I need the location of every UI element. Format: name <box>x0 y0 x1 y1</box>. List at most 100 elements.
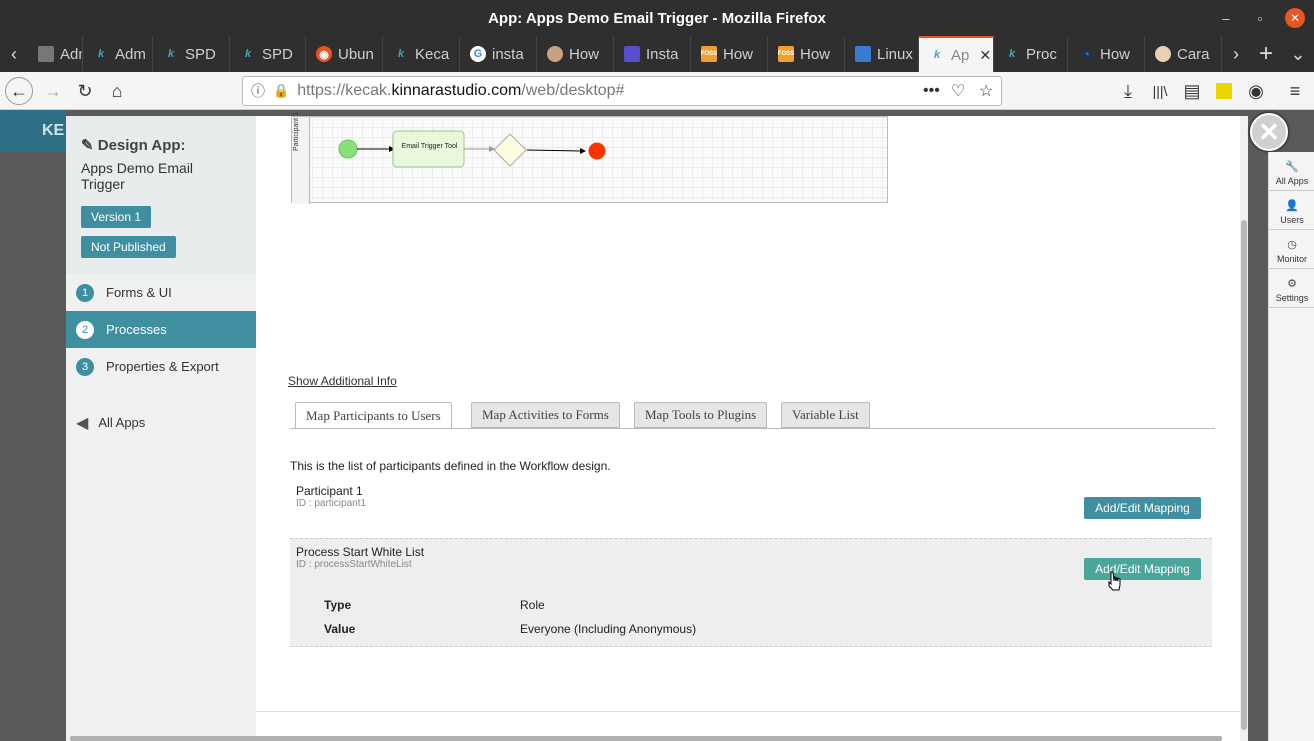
horizontal-scrollbar[interactable] <box>70 736 1222 741</box>
step-processes[interactable]: 2 Processes <box>66 311 256 348</box>
browser-tab[interactable]: FOSS How <box>768 36 845 72</box>
new-tab-button[interactable]: + <box>1252 36 1280 72</box>
window-close-button[interactable]: ✕ <box>1285 8 1305 28</box>
tab-label: SPD <box>185 45 216 63</box>
browser-tab[interactable]: Linux <box>845 36 919 72</box>
tab-label: insta <box>492 45 524 63</box>
browser-tab[interactable]: Insta <box>614 36 691 72</box>
list-tabs-button[interactable]: ⌄ <box>1284 36 1312 72</box>
show-additional-info-link[interactable]: Show Additional Info <box>288 374 397 388</box>
page-actions-icon[interactable]: ••• <box>923 82 940 100</box>
step-properties-export[interactable]: 3 Properties & Export <box>66 348 256 385</box>
tab-label: Ubun <box>338 45 374 63</box>
kecak-logo-icon: k <box>244 48 252 60</box>
browser-tab[interactable]: G insta <box>460 36 537 72</box>
decision-gateway[interactable] <box>493 133 527 167</box>
url-path: /web/desktop# <box>521 82 625 99</box>
browser-tab-active[interactable]: k Ap ✕ <box>919 36 994 72</box>
tab-variable-list[interactable]: Variable List <box>781 402 870 428</box>
forward-arrow-icon[interactable]: → <box>39 77 67 105</box>
close-tab-icon[interactable]: ✕ <box>979 47 991 64</box>
tab-map-tools[interactable]: Map Tools to Plugins <box>634 402 768 428</box>
add-edit-mapping-button[interactable]: Add/Edit Mapping <box>1084 497 1201 519</box>
dashboard-icon: ◷ <box>1287 239 1297 251</box>
browser-tab[interactable]: ◉ Ubun <box>306 36 383 72</box>
reload-icon[interactable]: ↻ <box>71 77 99 105</box>
step-number: 1 <box>76 283 94 302</box>
browser-tab[interactable]: How <box>537 36 614 72</box>
account-icon[interactable]: ◉ <box>1242 77 1270 105</box>
admin-settings[interactable]: ⚙ Settings <box>1269 269 1314 308</box>
sidebar-toggle-icon[interactable]: ▤ <box>1178 77 1206 105</box>
all-apps-link[interactable]: ◀ All Apps <box>66 404 256 441</box>
tab-label: How <box>569 45 600 63</box>
maximize-button[interactable]: ▫ <box>1250 8 1270 28</box>
admin-all-apps[interactable]: 🔧 All Apps <box>1269 152 1314 191</box>
browser-tab[interactable]: k Adm <box>83 36 153 72</box>
participant-name: Participant 1 <box>296 484 363 498</box>
tab-label: Adm <box>115 45 146 63</box>
app-header-strip: KE <box>0 110 66 152</box>
library-icon[interactable]: |||\ <box>1146 77 1174 105</box>
participants-description: This is the list of participants defined… <box>290 459 611 473</box>
browser-tab[interactable]: k SPD <box>153 36 230 72</box>
mouse-cursor-icon <box>1108 571 1121 591</box>
tab-label: Keca <box>415 45 450 63</box>
browser-tab[interactable]: k Proc <box>994 36 1068 72</box>
browser-tab[interactable]: Adm <box>28 36 83 72</box>
mapping-value-value: Everyone (Including Anonymous) <box>520 622 697 636</box>
design-app-heading: ✎ Design App: <box>81 137 186 154</box>
admin-users[interactable]: 👤 Users <box>1269 191 1314 230</box>
kecak-logo-icon: k <box>167 48 175 60</box>
close-modal-button[interactable]: ✕ <box>1250 113 1288 151</box>
tab-label: Proc <box>1026 45 1057 63</box>
fosslinux-logo-icon: FOSS <box>701 46 717 62</box>
download-icon[interactable]: ⤓ <box>1114 77 1142 105</box>
step-label: Properties & Export <box>106 359 219 374</box>
pocket-icon[interactable]: ♡ <box>951 81 965 101</box>
user-icon: 👤 <box>1285 200 1299 212</box>
tab-map-participants[interactable]: Map Participants to Users <box>295 402 452 429</box>
linux-logo-icon <box>855 46 871 62</box>
browser-tab[interactable]: k SPD <box>230 36 306 72</box>
browser-tab[interactable]: Cara <box>1145 36 1222 72</box>
version-badge[interactable]: Version 1 <box>81 206 152 228</box>
publish-status-badge[interactable]: Not Published <box>81 236 176 258</box>
scrollbar-thumb[interactable] <box>1241 220 1247 730</box>
home-icon[interactable]: ⌂ <box>103 77 131 105</box>
mapping-type-value: Role <box>520 598 545 612</box>
edit-icon: ✎ <box>81 137 94 154</box>
add-edit-mapping-button[interactable]: Add/Edit Mapping <box>1084 558 1201 580</box>
swimlane-label: Participant 1 <box>293 112 300 151</box>
back-circle-icon: ◀ <box>76 414 89 432</box>
extension-icon[interactable] <box>1210 77 1238 105</box>
end-event <box>587 141 607 161</box>
fosslinux-logo-icon: FOSS <box>778 46 794 62</box>
url-bar[interactable]: ⓘ 🔒 https://kecak.kinnarastudio.com/web/… <box>242 76 1002 106</box>
tab-label: SPD <box>262 45 293 63</box>
tab-label: How <box>800 45 831 63</box>
browser-tab[interactable]: ◔ How <box>1068 36 1145 72</box>
tab-map-activities[interactable]: Map Activities to Forms <box>471 402 620 428</box>
browser-tab[interactable]: FOSS How <box>691 36 768 72</box>
url-text[interactable]: https://kecak.kinnarastudio.com/web/desk… <box>297 82 624 100</box>
swimlane-header: Participant 1 <box>292 112 310 204</box>
step-forms-ui[interactable]: 1 Forms & UI <box>66 274 256 311</box>
design-app-modal: ✎ Design App: Apps Demo Email Trigger Ve… <box>66 112 1248 741</box>
tab-scroll-left-button[interactable]: ‹ <box>0 36 28 72</box>
page-icon <box>38 46 54 62</box>
participant-name: Process Start White List <box>296 545 425 559</box>
bookmark-star-icon[interactable]: ☆ <box>979 81 993 101</box>
participant-id: ID : processStartWhiteList <box>296 559 412 570</box>
back-arrow-icon[interactable]: ← <box>5 77 33 105</box>
flow-arrow <box>526 149 582 152</box>
tab-label: Cara <box>1177 45 1210 63</box>
arrow-head <box>489 146 495 152</box>
admin-monitor[interactable]: ◷ Monitor <box>1269 230 1314 269</box>
gears-icon: ⚙ <box>1287 278 1297 290</box>
browser-tab[interactable]: k Keca <box>383 36 460 72</box>
menu-icon[interactable]: ≡ <box>1281 77 1309 105</box>
info-icon[interactable]: ⓘ <box>251 81 265 101</box>
tab-scroll-right-button[interactable]: › <box>1222 36 1250 72</box>
minimize-button[interactable]: – <box>1216 8 1236 28</box>
